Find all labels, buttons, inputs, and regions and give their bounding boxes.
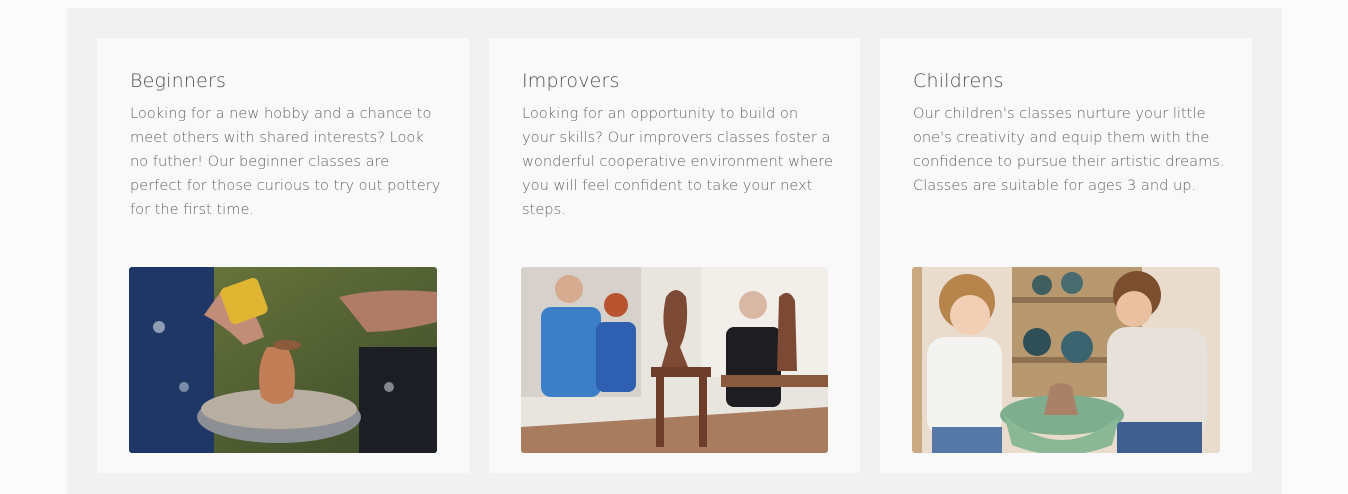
card-description: Looking for an opportunity to build on y…	[522, 105, 833, 218]
classes-section: Beginners Looking for a new hobby and a …	[67, 8, 1282, 494]
childrens-class-image	[912, 267, 1220, 453]
children-pottery-photo	[912, 267, 1220, 453]
class-card-beginners: Beginners Looking for a new hobby and a …	[97, 38, 469, 473]
beginners-class-image	[129, 267, 437, 453]
class-card-improvers: Improvers Looking for an opportunity to …	[489, 38, 860, 473]
pottery-wheel-photo	[129, 267, 437, 453]
improvers-class-image	[521, 267, 828, 453]
card-title: Improvers	[522, 70, 620, 92]
card-title: Beginners	[130, 70, 227, 92]
card-description: Our children's classes nurture your litt…	[913, 105, 1225, 194]
card-title: Childrens	[913, 70, 1004, 92]
clay-sculpture-photo	[521, 267, 828, 453]
card-description: Looking for a new hobby and a chance to …	[130, 105, 441, 218]
class-card-childrens: Childrens Our children's classes nurture…	[880, 38, 1252, 473]
